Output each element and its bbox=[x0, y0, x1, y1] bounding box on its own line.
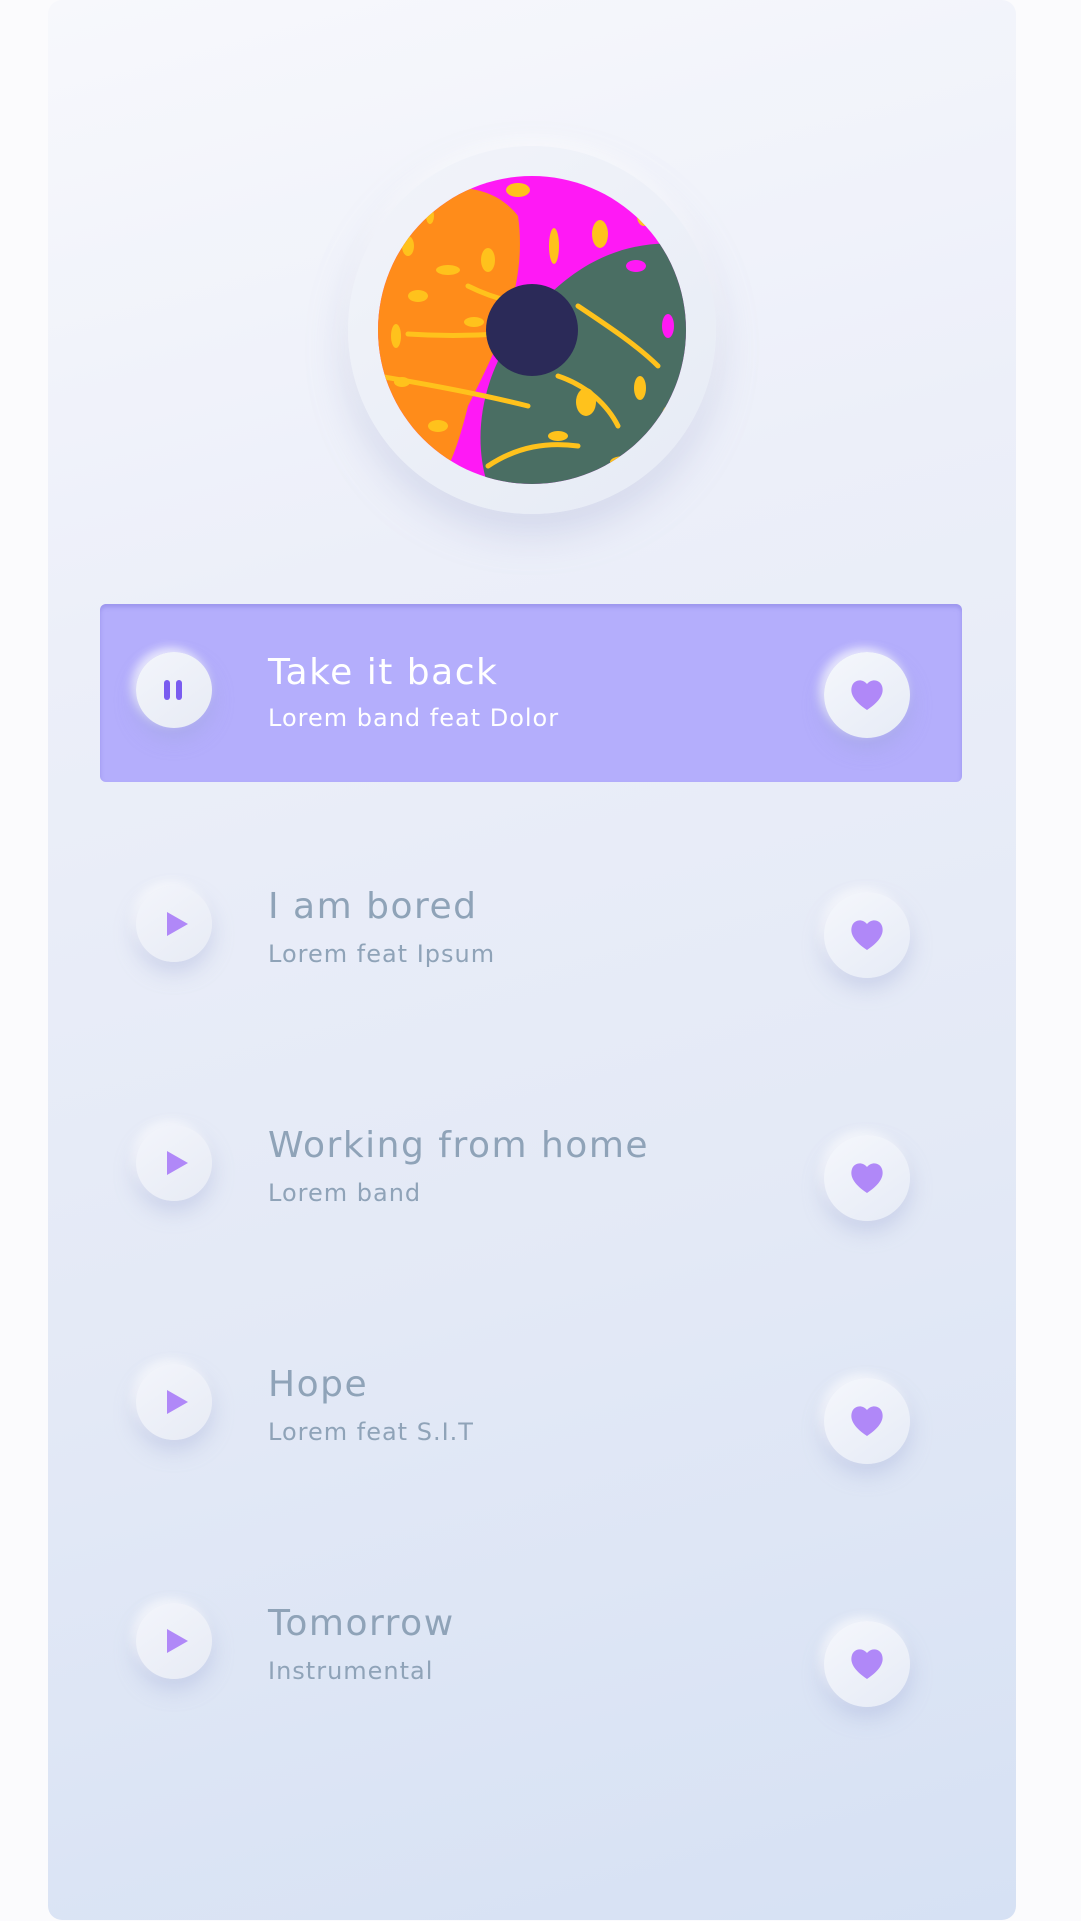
play-icon bbox=[167, 1151, 188, 1175]
track-title: I am bored bbox=[268, 886, 478, 927]
like-button[interactable] bbox=[824, 1621, 910, 1707]
track-title: Working from home bbox=[268, 1125, 650, 1166]
track-title: Take it back bbox=[268, 652, 499, 693]
track-row-working-from-home[interactable]: Working from home Lorem band bbox=[100, 1101, 962, 1279]
track-title: Hope bbox=[268, 1364, 369, 1405]
track-artist: Lorem feat Ipsum bbox=[268, 940, 496, 968]
track-row-hope[interactable]: Hope Lorem feat S.I.T bbox=[100, 1340, 962, 1518]
disc-center bbox=[486, 284, 578, 376]
track-artist: Lorem feat S.I.T bbox=[268, 1418, 474, 1446]
track-row-take-it-back[interactable]: Take it back Lorem band feat Dolor bbox=[100, 604, 962, 782]
album-disc bbox=[348, 146, 716, 514]
track-artist: Lorem band bbox=[268, 1179, 422, 1207]
play-icon bbox=[167, 1390, 188, 1414]
track-artist: Lorem band feat Dolor bbox=[268, 704, 560, 732]
track-artist: Instrumental bbox=[268, 1657, 434, 1685]
heart-icon bbox=[851, 680, 883, 710]
play-button[interactable] bbox=[136, 1125, 212, 1201]
like-button[interactable] bbox=[824, 892, 910, 978]
play-icon bbox=[167, 1629, 188, 1653]
play-icon bbox=[167, 912, 188, 936]
like-button[interactable] bbox=[824, 1378, 910, 1464]
player-panel: Take it back Lorem band feat Dolor I am … bbox=[48, 0, 1016, 1920]
heart-icon bbox=[851, 1649, 883, 1679]
track-row-tomorrow[interactable]: Tomorrow Instrumental bbox=[100, 1579, 962, 1757]
play-button[interactable] bbox=[136, 886, 212, 962]
pause-button[interactable] bbox=[136, 652, 212, 728]
album-art-icon bbox=[378, 176, 686, 484]
heart-icon bbox=[851, 920, 883, 950]
like-button[interactable] bbox=[824, 652, 910, 738]
track-row-i-am-bored[interactable]: I am bored Lorem feat Ipsum bbox=[100, 862, 962, 1040]
heart-icon bbox=[851, 1406, 883, 1436]
pause-icon bbox=[164, 680, 182, 700]
track-title: Tomorrow bbox=[268, 1603, 455, 1644]
play-button[interactable] bbox=[136, 1603, 212, 1679]
play-button[interactable] bbox=[136, 1364, 212, 1440]
heart-icon bbox=[851, 1163, 883, 1193]
like-button[interactable] bbox=[824, 1135, 910, 1221]
